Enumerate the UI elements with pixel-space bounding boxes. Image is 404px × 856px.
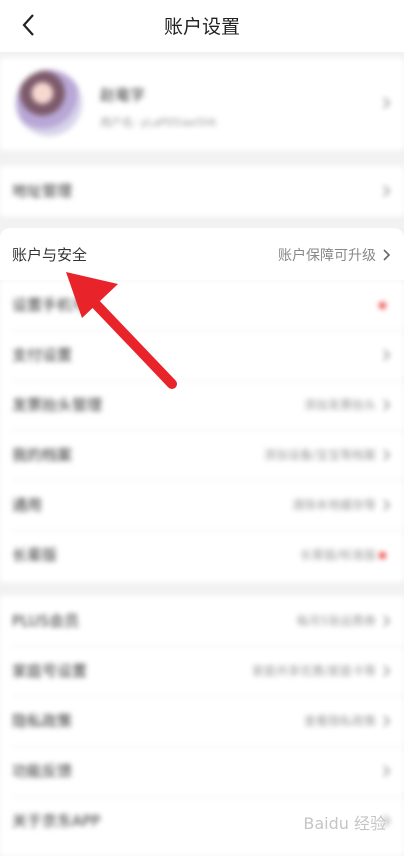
- list-item[interactable]: 家庭号设置 家庭共享优惠/家庭卡等: [0, 646, 404, 696]
- list-item-value: 添加设备/宝宝等档案: [263, 448, 376, 462]
- account-security-value: 账户保障可升级: [278, 248, 376, 264]
- list-item-value: 家庭共享优惠/家庭卡等: [251, 664, 376, 678]
- list-item[interactable]: PLUS会员 每月5张运费券: [0, 596, 404, 646]
- list-item[interactable]: 通用 清除本地缓存等: [0, 480, 404, 530]
- list-item-label: 隐私政策: [12, 712, 73, 730]
- chevron-right-icon: [383, 97, 391, 109]
- list-item-label: PLUS会员: [12, 612, 80, 630]
- notification-dot: [379, 552, 386, 559]
- list-item-label: 功能反馈: [12, 762, 73, 780]
- baidu-watermark: Baidu 经验: [303, 814, 386, 833]
- avatar: [16, 70, 82, 136]
- address-row[interactable]: 地址管理: [0, 166, 404, 216]
- list-item-value: 每月5张运费券: [296, 614, 376, 628]
- chevron-right-icon: [383, 615, 391, 627]
- list-item-label: 关于京东APP: [12, 812, 101, 830]
- list-item-label: 长辈版: [12, 546, 58, 564]
- chevron-right-icon: [383, 399, 391, 411]
- list-item-label: 我的档案: [12, 446, 73, 464]
- user-id: 用户名: yLaP05iae5Ht: [100, 116, 217, 129]
- list-item-value: 添加发票抬头: [303, 398, 376, 412]
- list-item-value: 查看隐私政策: [303, 714, 376, 728]
- address-row-card[interactable]: 地址管理: [0, 166, 404, 216]
- chevron-right-icon: [383, 449, 391, 461]
- chevron-right-icon: [383, 349, 391, 361]
- notification-dot: [379, 302, 386, 309]
- page-title: 账户设置: [163, 16, 240, 38]
- chevron-right-icon: [383, 665, 391, 677]
- annotation-arrow-icon: [66, 272, 177, 389]
- chevron-right-icon: [383, 765, 391, 777]
- chevron-right-icon: [383, 249, 391, 261]
- username: 赵竜字: [100, 86, 146, 104]
- list-item[interactable]: 隐私政策 查看隐私政策: [0, 696, 404, 746]
- list-item-label: 发票抬头管理: [12, 396, 103, 414]
- list-item[interactable]: 功能反馈: [0, 746, 404, 796]
- list-item-value: 清除本地缓存等: [291, 498, 376, 512]
- address-label: 地址管理: [12, 182, 73, 200]
- chevron-right-icon: [383, 499, 391, 511]
- profile-card[interactable]: 赵竜字 用户名: yLaP05iae5Ht: [0, 58, 404, 150]
- chevron-right-icon: [383, 715, 391, 727]
- list-item-label: 通用: [12, 496, 43, 514]
- list-item[interactable]: 我的档案 添加设备/宝宝等档案: [0, 430, 404, 480]
- list-item-value: 长辈版/标准版: [299, 548, 376, 562]
- list-item-label: 家庭号设置: [12, 662, 88, 680]
- top-bar: 账户设置: [0, 0, 404, 52]
- chevron-right-icon: [383, 185, 391, 197]
- list-item[interactable]: 长辈版 长辈版/标准版: [0, 530, 404, 580]
